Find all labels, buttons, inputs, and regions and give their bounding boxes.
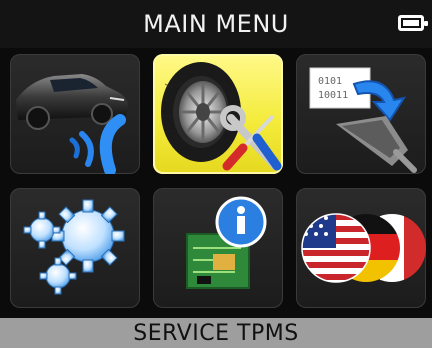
car-signal-icon (16, 74, 128, 174)
menu-tile-activate-sensor[interactable] (10, 54, 140, 174)
flags-icon (301, 213, 426, 283)
menu-tile-language[interactable] (296, 188, 426, 308)
menu-tile-settings[interactable] (10, 188, 140, 308)
gears-icon (23, 199, 125, 295)
menu-tile-program-sensor[interactable]: 0101 10011 (296, 54, 426, 174)
main-menu-grid: 0101 10011 (10, 54, 426, 308)
page-title: MAIN MENU (143, 10, 289, 38)
svg-text:10011: 10011 (318, 90, 348, 101)
status-bar: SERVICE TPMS (0, 318, 432, 348)
tire-tools-icon (161, 62, 282, 171)
selected-item-label: SERVICE TPMS (133, 320, 299, 346)
sensor-program-icon: 0101 10011 (309, 67, 417, 173)
menu-tile-info[interactable] (153, 188, 283, 308)
info-board-icon (186, 196, 267, 289)
title-bar: MAIN MENU (0, 0, 432, 48)
menu-tile-service-tpms[interactable] (153, 54, 283, 174)
battery-icon (398, 15, 428, 31)
svg-text:0101: 0101 (318, 76, 342, 87)
